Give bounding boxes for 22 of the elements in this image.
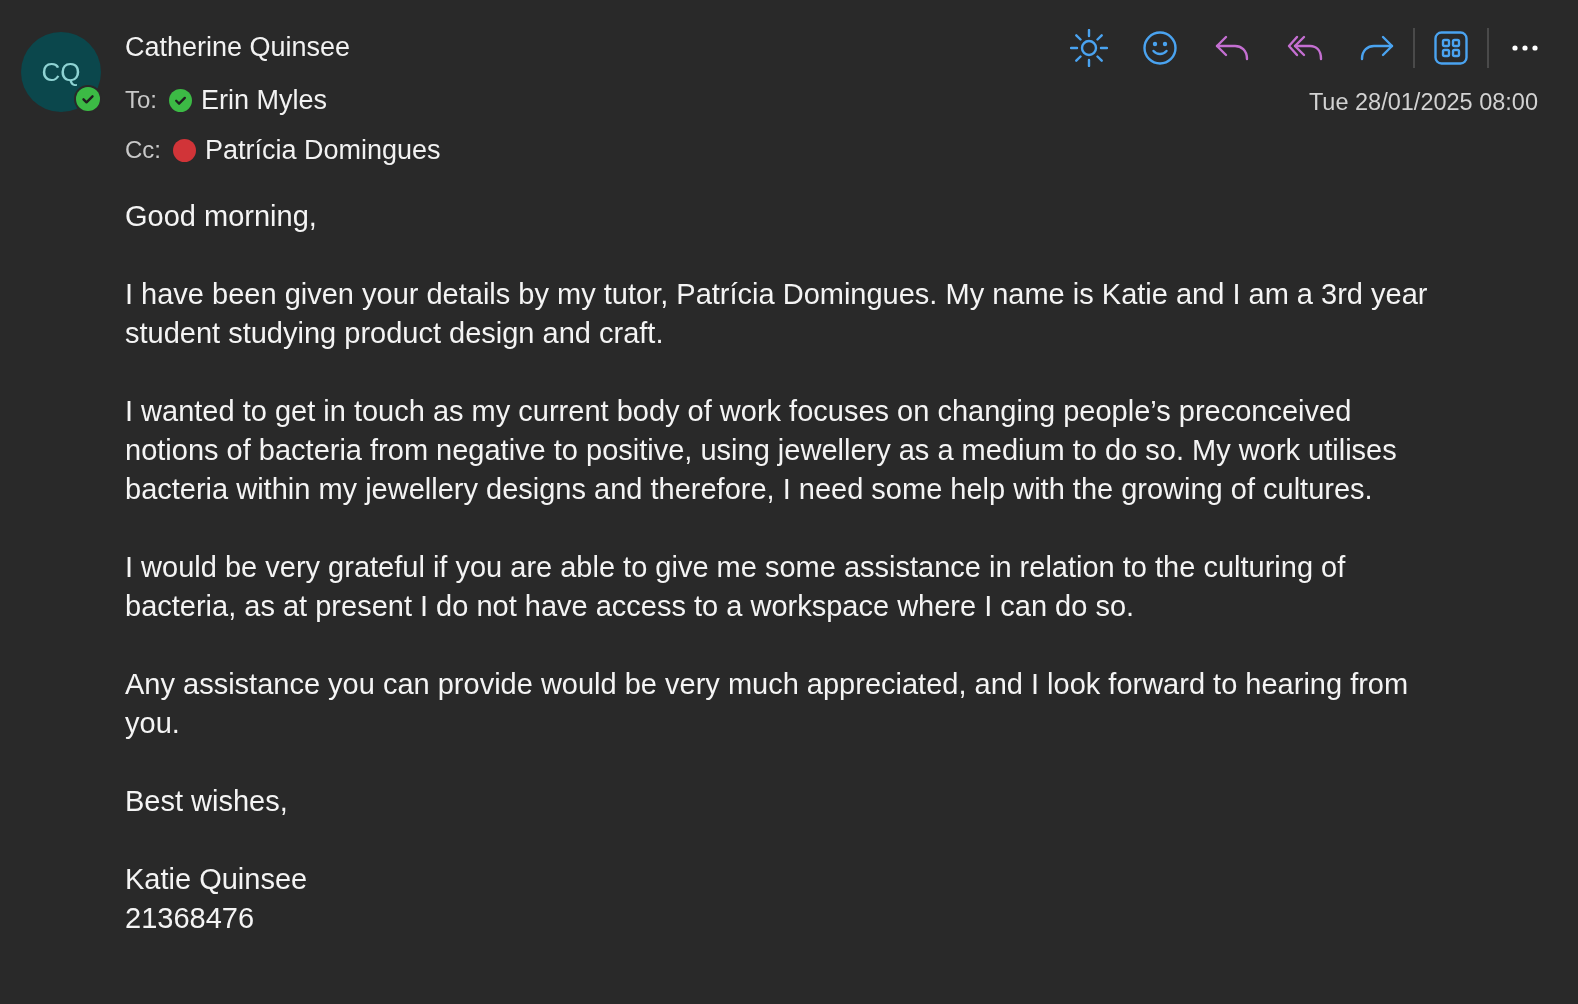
forward-icon[interactable] [1360, 35, 1394, 61]
body-paragraph: Best wishes, [125, 784, 289, 819]
body-paragraph: I have been given your details by my tutor, Patrícia Domingues. My name is Katie and I am a 3rd year student studying product design and craft. [125, 277, 1429, 351]
recipient-label: Cc: [125, 135, 161, 165]
signature-line: Katie Quinsee [125, 862, 308, 897]
emoji-icon[interactable] [1143, 31, 1177, 65]
signature-line: 21368476 [125, 901, 255, 936]
recipient-name[interactable]: Erin Myles [201, 79, 328, 121]
more-icon[interactable] [1512, 45, 1538, 51]
body-paragraph: Any assistance you can provide would be very much appreciated, and I look forward to hearing from you. [125, 667, 1410, 741]
recipient-label: To: [125, 85, 157, 115]
apps-icon[interactable] [1434, 31, 1468, 65]
sent-date: Tue 28/01/2025 08:00 [1308, 89, 1538, 116]
reply-all-icon[interactable] [1287, 35, 1323, 61]
avatar: CQ [21, 32, 101, 112]
body-paragraph: I wanted to get in touch as my current body of work focuses on changing people’s preconceived notions of bacteria from negative to positive, using jewellery as a medium to do so. My work utilises bacteria within my jewellery designs and therefore, I need some help with the growing of cultures. [125, 394, 1398, 507]
body-paragraph: I would be very grateful if you are able to give me some assistance in relation to the culturing of bacteria, as at present I do not have access to a workspace where I can do so. [125, 550, 1347, 624]
recipient-name[interactable]: Patrícia Domingues [205, 129, 441, 171]
sender-name: Catherine Quinsee [125, 32, 351, 62]
reply-icon[interactable] [1215, 35, 1249, 61]
body-paragraph: Good morning, [125, 199, 318, 234]
sun-icon[interactable] [1069, 28, 1109, 68]
